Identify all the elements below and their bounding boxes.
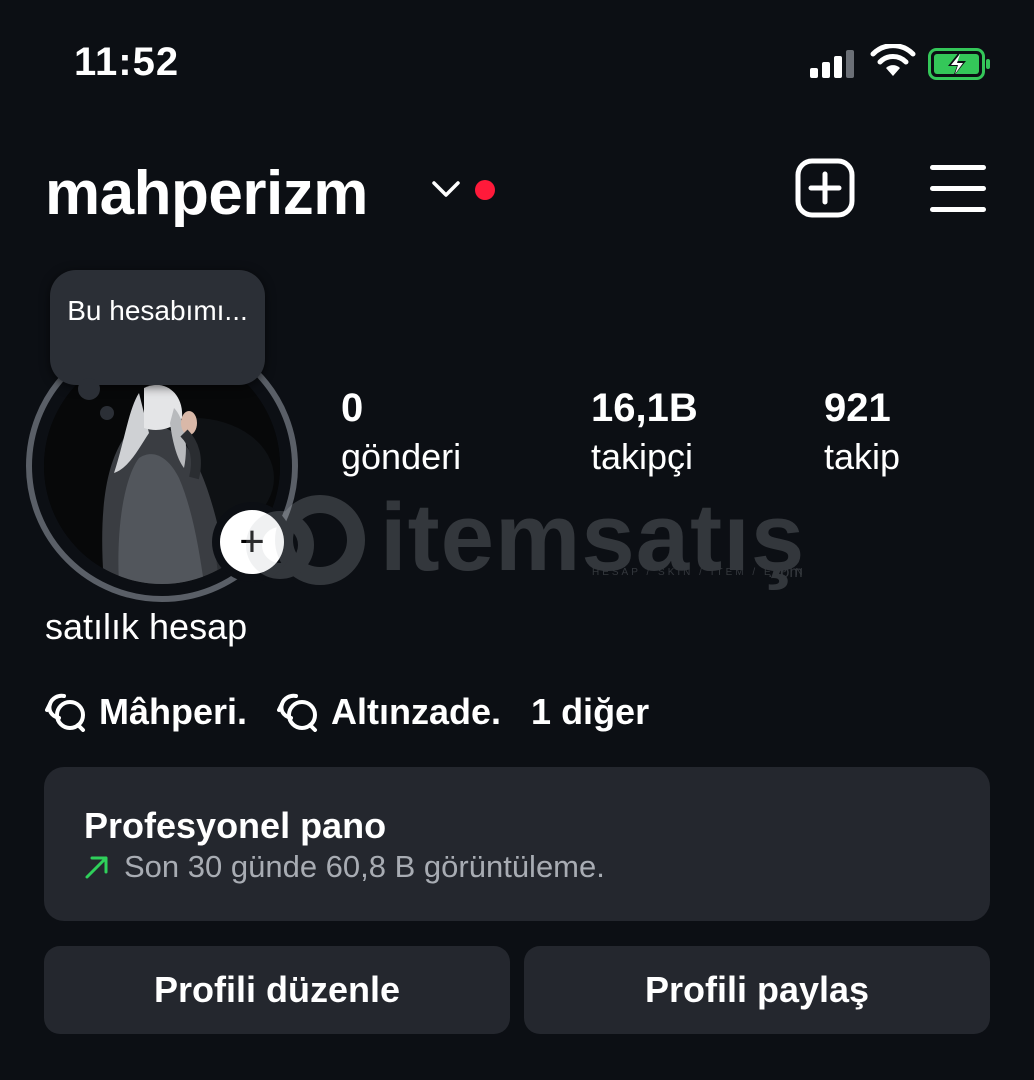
profile-bio: satılık hesap [45, 606, 248, 647]
battery-charging-icon [928, 48, 990, 80]
more-linked-profiles-label: 1 diğer [531, 691, 650, 732]
stat-posts-label: gönderi [341, 436, 462, 477]
stat-followers[interactable]: 16,1B takipçi [591, 384, 698, 482]
stat-following-value: 921 [824, 386, 891, 430]
linked-profile-1[interactable]: Mâhperi. [45, 691, 247, 733]
threads-icon [45, 693, 85, 732]
more-linked-profiles[interactable]: 1 diğer [531, 691, 649, 733]
edit-profile-button[interactable]: Profili düzenle [44, 946, 510, 1034]
note-bubble-tail-small [100, 406, 114, 420]
watermark-logo-icon [246, 495, 365, 585]
note-text: Bu hesabımı... [67, 295, 248, 326]
trend-up-arrow-icon [85, 856, 108, 879]
stat-posts[interactable]: 0 gönderi [341, 384, 461, 482]
professional-dashboard-subtitle: Son 30 günde 60,8 B görüntüleme. [84, 849, 605, 885]
status-time: 11:52 [74, 40, 180, 84]
linked-profiles-row: Mâhperi. Altınzade. 1 diğer [45, 690, 679, 734]
professional-dashboard-title: Profesyonel pano [84, 805, 387, 846]
stat-followers-label: takipçi [591, 436, 694, 477]
profile-username[interactable]: mahperizm [45, 158, 368, 229]
new-post-icon[interactable] [795, 158, 855, 218]
professional-dashboard-card[interactable]: Profesyonel pano Son 30 günde 60,8 B gör… [44, 767, 990, 921]
professional-dashboard-subtitle-text: Son 30 günde 60,8 B görüntüleme. [124, 849, 605, 884]
linked-profile-2[interactable]: Altınzade. [277, 691, 501, 733]
stat-posts-value: 0 [341, 386, 364, 430]
stat-following[interactable]: 921 takip [824, 384, 900, 482]
note-bubble-tail [78, 378, 100, 400]
notification-dot [475, 180, 495, 200]
menu-icon[interactable] [930, 163, 986, 213]
watermark: itemsatış HESAP / SKIN / ITEM / E-PIN .c… [240, 490, 820, 590]
linked-profile-2-label: Altınzade. [331, 691, 502, 732]
stat-followers-value: 16,1B [591, 386, 698, 430]
linked-profile-1-label: Mâhperi. [99, 691, 248, 732]
cellular-signal-icon [810, 50, 856, 78]
watermark-suffix: .com [768, 564, 803, 581]
wifi-icon [870, 44, 916, 76]
note-bubble[interactable]: Bu hesabımı... [50, 270, 265, 385]
chevron-down-icon[interactable] [430, 178, 462, 200]
threads-icon [277, 693, 318, 732]
stat-following-label: takip [824, 436, 901, 477]
share-profile-button[interactable]: Profili paylaş [524, 946, 990, 1034]
